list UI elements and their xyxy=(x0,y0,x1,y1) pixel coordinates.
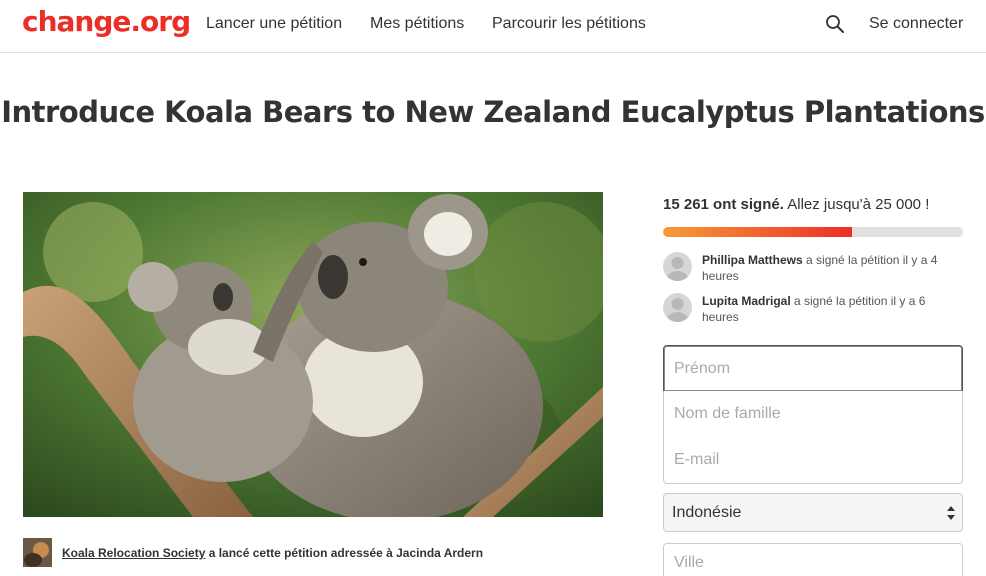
nav-my-petitions[interactable]: Mes pétitions xyxy=(370,15,464,33)
top-navigation-bar: change.org Lancer une pétition Mes pétit… xyxy=(0,0,986,53)
starter-description: Koala Relocation Society a lancé cette p… xyxy=(62,546,483,560)
signature-goal: Allez jusqu'à 25 000 ! xyxy=(783,196,930,213)
recent-signer: Phillipa Matthews a signé la pétition il… xyxy=(663,252,963,286)
recent-signer-text: Lupita Madrigal a signé la pétition il y… xyxy=(702,293,963,325)
petition-image xyxy=(23,192,603,517)
email-field[interactable] xyxy=(663,437,963,484)
signer-name: Phillipa Matthews xyxy=(702,253,803,267)
country-select-value: Indonésie xyxy=(672,504,742,521)
starter-description-text: a lancé cette pétition adressée à Jacind… xyxy=(205,546,484,560)
change-org-logo[interactable]: change.org xyxy=(22,5,191,38)
login-link[interactable]: Se connecter xyxy=(869,15,963,33)
starter-org-link[interactable]: Koala Relocation Society xyxy=(62,546,205,560)
recent-signer: Lupita Madrigal a signé la pétition il y… xyxy=(663,293,963,327)
signer-name: Lupita Madrigal xyxy=(702,294,791,308)
user-avatar-icon xyxy=(663,252,692,281)
starter-avatar[interactable] xyxy=(23,538,52,567)
country-select[interactable]: Indonésie xyxy=(663,493,963,532)
signature-count: 15 261 ont signé. xyxy=(663,196,784,213)
user-avatar-icon xyxy=(663,293,692,322)
search-icon[interactable] xyxy=(825,14,845,34)
petition-starter: Koala Relocation Society a lancé cette p… xyxy=(23,538,603,568)
petition-title: Introduce Koala Bears to New Zealand Euc… xyxy=(1,95,985,129)
last-name-field[interactable] xyxy=(663,391,963,438)
signature-progress-fill xyxy=(663,227,852,237)
signature-progress-bar xyxy=(663,227,963,237)
first-name-field[interactable] xyxy=(663,345,963,392)
nav-browse-petitions[interactable]: Parcourir les pétitions xyxy=(492,15,646,33)
signature-progress-text: 15 261 ont signé. Allez jusqu'à 25 000 ! xyxy=(663,196,929,213)
nav-start-petition[interactable]: Lancer une pétition xyxy=(206,15,342,33)
city-field[interactable] xyxy=(663,543,963,576)
recent-signer-text: Phillipa Matthews a signé la pétition il… xyxy=(702,252,963,284)
select-arrows-icon xyxy=(946,503,956,523)
